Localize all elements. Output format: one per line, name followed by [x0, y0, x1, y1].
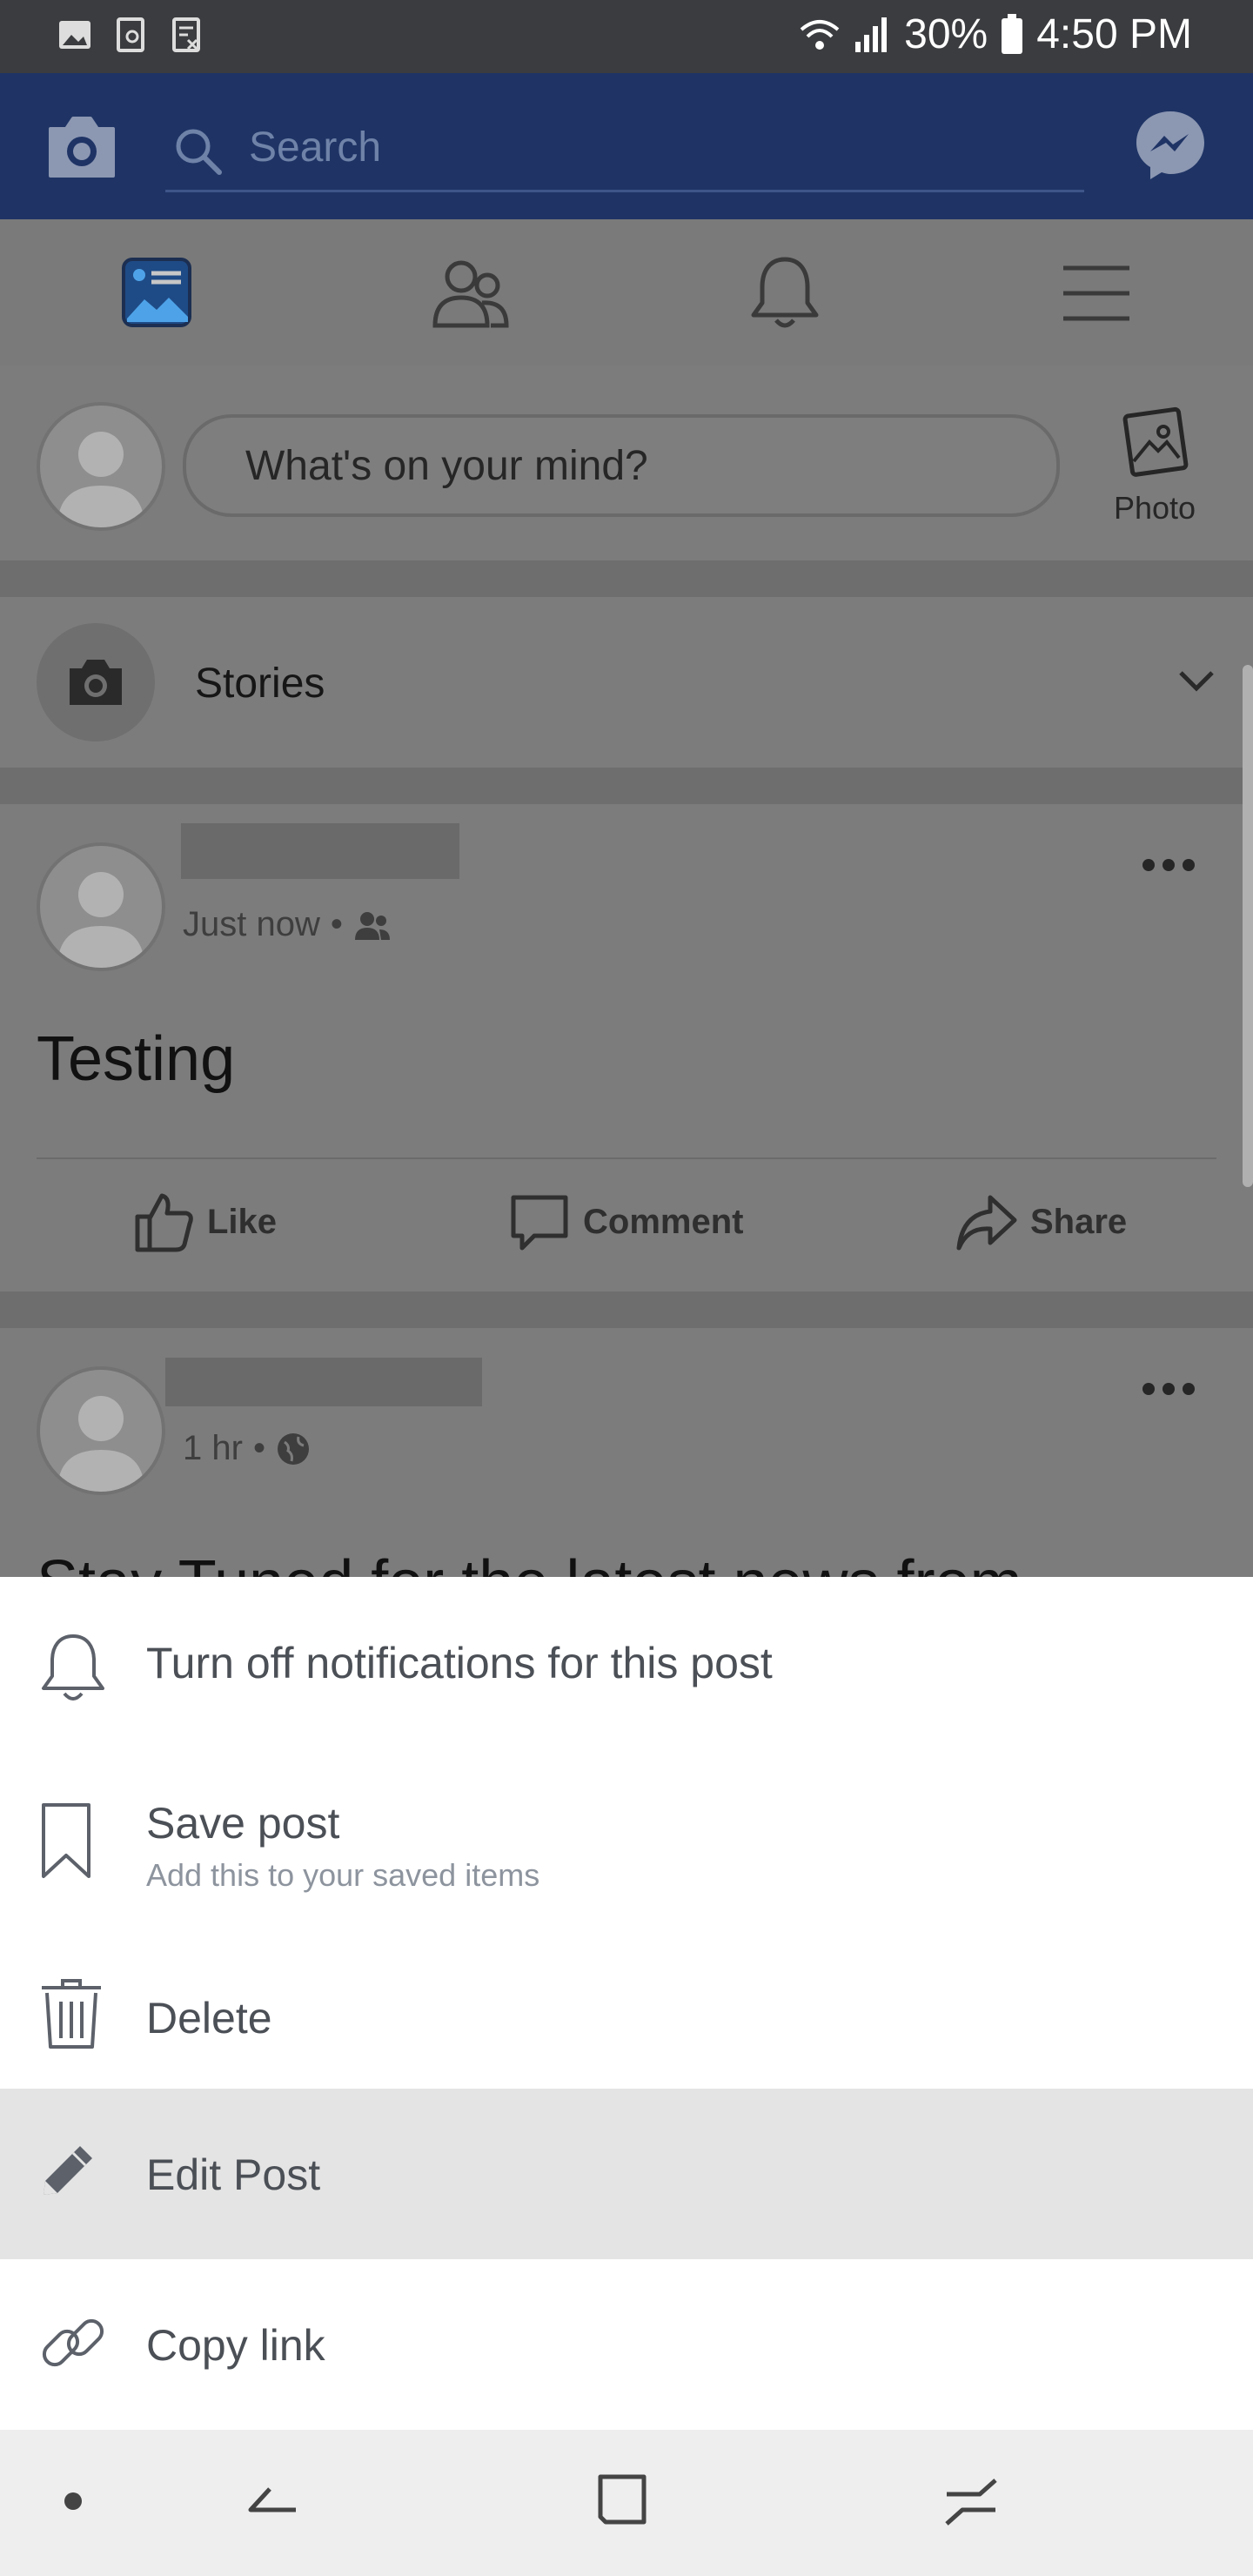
option-label: Turn off notifications for this post	[146, 1639, 773, 1687]
status-prompt: What's on your mind?	[245, 443, 648, 489]
save-post-option[interactable]: Save post Add this to your saved items	[0, 1748, 1253, 1930]
battery-icon	[1002, 13, 1023, 54]
more-options-icon[interactable]	[1142, 1382, 1196, 1396]
link-icon	[42, 2318, 104, 2367]
post-divider	[37, 1157, 1216, 1159]
home-icon[interactable]	[595, 2472, 649, 2527]
default-avatar-icon	[57, 872, 144, 968]
news-feed-icon[interactable]	[120, 256, 193, 329]
post-author-avatar[interactable]	[37, 1366, 165, 1495]
option-sublabel: Add this to your saved items	[146, 1857, 540, 1893]
gallery-notification-icon	[59, 21, 90, 49]
avatar[interactable]	[37, 402, 165, 531]
search-icon	[176, 129, 222, 175]
menu-icon[interactable]	[1062, 265, 1131, 322]
camera-icon[interactable]	[45, 113, 118, 179]
status-input[interactable]: What's on your mind?	[183, 414, 1060, 517]
post-author-avatar[interactable]	[37, 842, 165, 971]
bell-icon	[42, 1634, 104, 1701]
chevron-down-icon[interactable]	[1178, 670, 1215, 693]
scrollbar[interactable]	[1243, 665, 1253, 1187]
redacted-author-name[interactable]	[181, 823, 459, 879]
like-label: Like	[207, 1202, 278, 1241]
option-label: Edit Post	[146, 2150, 321, 2199]
option-label: Save post	[146, 1799, 340, 1848]
delete-option[interactable]: Delete	[0, 1930, 1253, 2101]
post-card: 1 hr • Stay Tuned for the latest news fr…	[0, 1328, 1253, 1577]
option-label: Copy link	[146, 2321, 325, 2370]
photo-button[interactable]: Photo	[1098, 404, 1211, 527]
post-meta: Just now •	[183, 905, 392, 944]
post-actions: Like Comment Share	[0, 1191, 1253, 1260]
battery-percent: 30%	[904, 11, 988, 57]
photo-label: Photo	[1113, 490, 1196, 526]
globe-icon	[277, 1432, 309, 1465]
like-button[interactable]: Like	[132, 1191, 277, 1253]
post-options-sheet: Turn off notifications for this post Sav…	[0, 1577, 1253, 2430]
share-label: Share	[1030, 1202, 1128, 1241]
copy-link-option[interactable]: Copy link	[0, 2259, 1253, 2430]
turn-off-notifications-option[interactable]: Turn off notifications for this post	[0, 1577, 1253, 1748]
comment-button[interactable]: Comment	[508, 1191, 743, 1253]
pencil-icon	[44, 2146, 92, 2195]
post-text: Stay Tuned for the latest news from	[37, 1547, 1022, 1577]
default-avatar-icon	[57, 1396, 144, 1492]
sheet-notification-icon	[172, 17, 200, 52]
section-divider	[0, 1291, 1253, 1328]
signal-icon	[855, 17, 888, 52]
clock: 4:50 PM	[1036, 11, 1192, 57]
redacted-author-name[interactable]	[165, 1358, 482, 1406]
stories-camera-button[interactable]	[37, 623, 155, 741]
doc-notification-icon	[117, 17, 144, 52]
notifications-icon[interactable]	[750, 254, 820, 331]
dot-indicator-icon[interactable]	[63, 2491, 84, 2512]
share-button[interactable]: Share	[955, 1191, 1127, 1253]
post-composer: What's on your mind? Photo	[0, 366, 1253, 560]
share-icon	[956, 1195, 1017, 1251]
photo-icon	[1122, 406, 1189, 477]
trash-icon	[42, 1979, 101, 2049]
default-avatar-icon	[57, 432, 144, 527]
stories-label: Stories	[195, 661, 325, 707]
messenger-icon[interactable]	[1133, 108, 1208, 183]
comment-label: Comment	[583, 1202, 744, 1241]
post-timestamp: Just now	[183, 905, 320, 943]
option-label: Delete	[146, 1994, 272, 2043]
meta-separator: •	[252, 1429, 265, 1467]
status-bar: 30% 4:50 PM	[0, 0, 1253, 73]
search-input[interactable]: Search	[165, 108, 1084, 192]
search-placeholder: Search	[249, 124, 382, 171]
camera-icon	[70, 660, 122, 705]
post-meta: 1 hr •	[183, 1429, 311, 1468]
meta-separator: •	[330, 905, 343, 943]
post-text: Testing	[37, 1024, 236, 1094]
post-timestamp: 1 hr	[183, 1429, 243, 1467]
bookmark-icon	[42, 1803, 90, 1878]
thumbs-up-icon	[135, 1193, 193, 1252]
stories-row[interactable]: Stories	[0, 597, 1253, 768]
back-icon[interactable]	[244, 2475, 299, 2527]
top-bar: Search	[0, 73, 1253, 219]
friends-audience-icon	[354, 911, 390, 940]
friends-icon[interactable]	[430, 256, 510, 329]
tab-bar	[0, 219, 1253, 368]
more-options-icon[interactable]	[1142, 858, 1196, 872]
edit-post-option[interactable]: Edit Post	[0, 2089, 1253, 2259]
comment-icon	[511, 1195, 568, 1251]
post-card: Just now • Testing Like Comment Share	[0, 804, 1253, 1291]
wifi-icon	[800, 19, 840, 50]
system-navigation-bar	[0, 2430, 1253, 2576]
recent-apps-icon[interactable]	[943, 2477, 999, 2527]
section-divider	[0, 768, 1253, 804]
section-divider	[0, 560, 1253, 597]
